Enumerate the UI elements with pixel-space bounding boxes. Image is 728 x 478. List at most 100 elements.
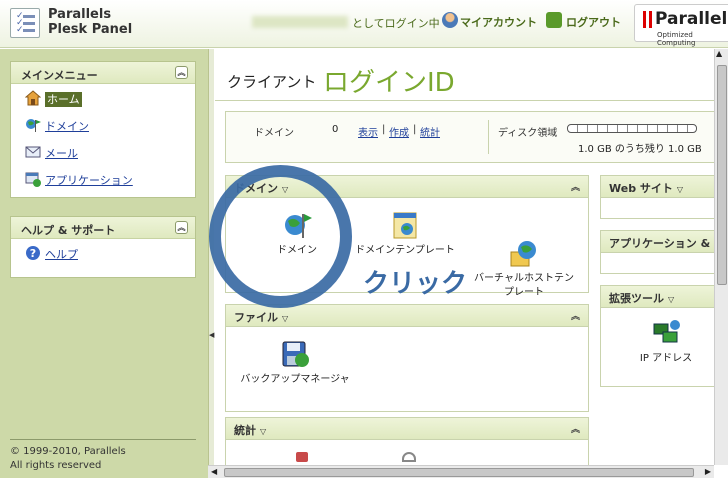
help-icon: ?: [25, 245, 41, 261]
main-menu-header: メインメニュー ︽: [11, 62, 195, 84]
horizontal-scroll-thumb[interactable]: [224, 468, 694, 477]
scroll-left-icon[interactable]: ◀: [211, 467, 217, 476]
sidebar-splitter[interactable]: ◀: [208, 49, 214, 478]
extensions-group-title: 拡張ツール: [609, 292, 664, 305]
page-title: クライアント: [227, 73, 317, 91]
app-name: Parallels Plesk Panel: [48, 7, 132, 37]
my-account-icon[interactable]: [442, 12, 458, 28]
statistics-tool-icon[interactable]: [296, 452, 308, 462]
sidebar-item-help[interactable]: ? ヘルプ: [11, 239, 195, 266]
files-group-title: ファイル: [234, 311, 278, 324]
web-sites-group-title: Web サイト: [609, 182, 673, 195]
scroll-right-icon[interactable]: ▶: [705, 467, 711, 476]
tool-label: バックアップマネージャ: [240, 374, 350, 385]
copyright-line2: All rights reserved: [10, 460, 102, 471]
chevron-down-icon: ▽: [676, 185, 684, 194]
link-separator: |: [382, 124, 386, 135]
vertical-scroll-thumb[interactable]: [717, 65, 727, 285]
disk-usage-bar: [567, 124, 697, 133]
application-icon: [25, 171, 41, 187]
username-redacted: [252, 16, 348, 28]
web-sites-group-header[interactable]: Web サイト ▽: [601, 176, 728, 198]
collapse-left-icon[interactable]: ◀: [209, 331, 214, 339]
chevron-down-icon: ▽: [282, 314, 289, 323]
collapse-icon[interactable]: ︽: [571, 309, 580, 322]
files-group: ファイル ▽ ︽ バックアップマネージャ: [225, 304, 589, 412]
domain-template-icon: [390, 210, 420, 240]
view-domains-link[interactable]: 表示: [358, 124, 378, 139]
tool-label: ドメインテンプレート: [355, 245, 455, 256]
left-sidebar: メインメニュー ︽ ホーム ドメイン メール アプリケーション ヘルプ & サポ…: [0, 49, 208, 478]
app-name-line1: Parallels: [48, 7, 112, 22]
summary-stats-box: ドメイン 0 表示 | 作成 | 統計 ディスク領域 1.0 GB のうち残り …: [225, 111, 728, 163]
click-annotation: クリック: [363, 269, 468, 299]
parallels-brand-logo: Parallels Optimized Computing: [634, 4, 728, 47]
stats-divider: [488, 120, 489, 154]
tool-label: バーチャルホストテン プレート: [474, 273, 574, 298]
tool-ip-address[interactable]: IP アドレス: [621, 318, 711, 366]
highlight-circle: [209, 165, 352, 308]
backup-manager-icon: [280, 339, 310, 369]
tool-virtual-host-template[interactable]: バーチャルホストテン プレート: [464, 210, 584, 300]
sidebar-item-label: アプリケーション: [45, 174, 133, 187]
ip-address-icon: [651, 318, 681, 348]
disk-space-label: ディスク領域: [498, 128, 558, 139]
chevron-down-icon: ▽: [668, 295, 675, 304]
mail-icon: [25, 144, 41, 160]
top-header: ✓ ✓ ✓ Parallels Plesk Panel としてログイン中 マイアカウ…: [0, 0, 728, 48]
sidebar-item-label: ホーム: [45, 92, 82, 107]
horizontal-scrollbar[interactable]: ◀ ▶: [208, 465, 714, 478]
copyright: © 1999-2010, Parallels All rights reserv…: [10, 439, 196, 473]
sidebar-item-domain[interactable]: ドメイン: [11, 111, 195, 138]
svg-text:?: ?: [30, 247, 36, 260]
link-separator: |: [413, 124, 417, 135]
logout-icon[interactable]: [546, 12, 562, 28]
help-support-panel: ヘルプ & サポート ︽ ? ヘルプ: [10, 216, 196, 278]
applications-group: アプリケーション &: [600, 230, 728, 274]
copyright-line1: © 1999-2010, Parallels: [10, 446, 126, 457]
tool-domain-template[interactable]: ドメインテンプレート: [350, 210, 460, 258]
sidebar-item-home[interactable]: ホーム: [11, 84, 195, 111]
tool-backup-manager[interactable]: バックアップマネージャ: [240, 339, 350, 387]
main-menu-title: メインメニュー: [21, 69, 98, 82]
login-id-title: ログインID: [323, 68, 455, 98]
collapse-icon[interactable]: ︽: [175, 66, 188, 79]
extensions-group: 拡張ツール ▽ IP アドレス: [600, 285, 728, 387]
brand-name: Parallels: [655, 9, 728, 29]
applications-group-title: アプリケーション &: [609, 237, 711, 250]
statistics-group-title: 統計: [234, 424, 256, 437]
create-domain-link[interactable]: 作成: [389, 124, 409, 139]
domain-stats-link[interactable]: 統計: [420, 124, 440, 139]
main-menu-panel: メインメニュー ︽ ホーム ドメイン メール アプリケーション: [10, 61, 196, 198]
gauge-tool-icon[interactable]: [402, 452, 416, 462]
plesk-logo-icon: ✓ ✓ ✓: [10, 8, 40, 38]
collapse-icon[interactable]: ︽: [571, 180, 580, 193]
virtual-host-template-icon: [509, 224, 539, 267]
tool-label: IP アドレス: [639, 353, 693, 364]
applications-group-header[interactable]: アプリケーション &: [601, 231, 728, 253]
home-icon: [24, 90, 42, 106]
logout-link[interactable]: ログアウト: [566, 14, 621, 30]
statistics-group-header[interactable]: 統計 ▽ ︽: [226, 418, 588, 440]
vertical-scrollbar[interactable]: ▲: [714, 49, 728, 465]
sidebar-item-label: メール: [45, 147, 78, 160]
brand-tagline: Optimized Computing: [657, 31, 696, 47]
web-sites-group: Web サイト ▽: [600, 175, 728, 219]
logged-in-text: としてログイン中: [352, 17, 440, 30]
sidebar-item-label: ヘルプ: [45, 248, 78, 261]
help-support-title: ヘルプ & サポート: [21, 224, 116, 237]
disk-space-text: 1.0 GB のうち残り 1.0 GB: [578, 144, 702, 155]
domain-count-label: ドメイン: [254, 128, 294, 139]
scroll-up-icon[interactable]: ▲: [716, 49, 722, 58]
sidebar-item-applications[interactable]: アプリケーション: [11, 165, 195, 192]
parallels-bars-icon: [643, 11, 652, 28]
help-support-header: ヘルプ & サポート ︽: [11, 217, 195, 239]
extensions-group-header[interactable]: 拡張ツール ▽: [601, 286, 728, 308]
app-name-line2: Plesk Panel: [48, 22, 133, 37]
collapse-icon[interactable]: ︽: [175, 221, 188, 234]
my-account-link[interactable]: マイアカウント: [460, 14, 537, 30]
files-group-header[interactable]: ファイル ▽ ︽: [226, 305, 588, 327]
collapse-icon[interactable]: ︽: [571, 422, 580, 435]
sidebar-item-mail[interactable]: メール: [11, 138, 195, 165]
title-divider: [215, 100, 728, 101]
